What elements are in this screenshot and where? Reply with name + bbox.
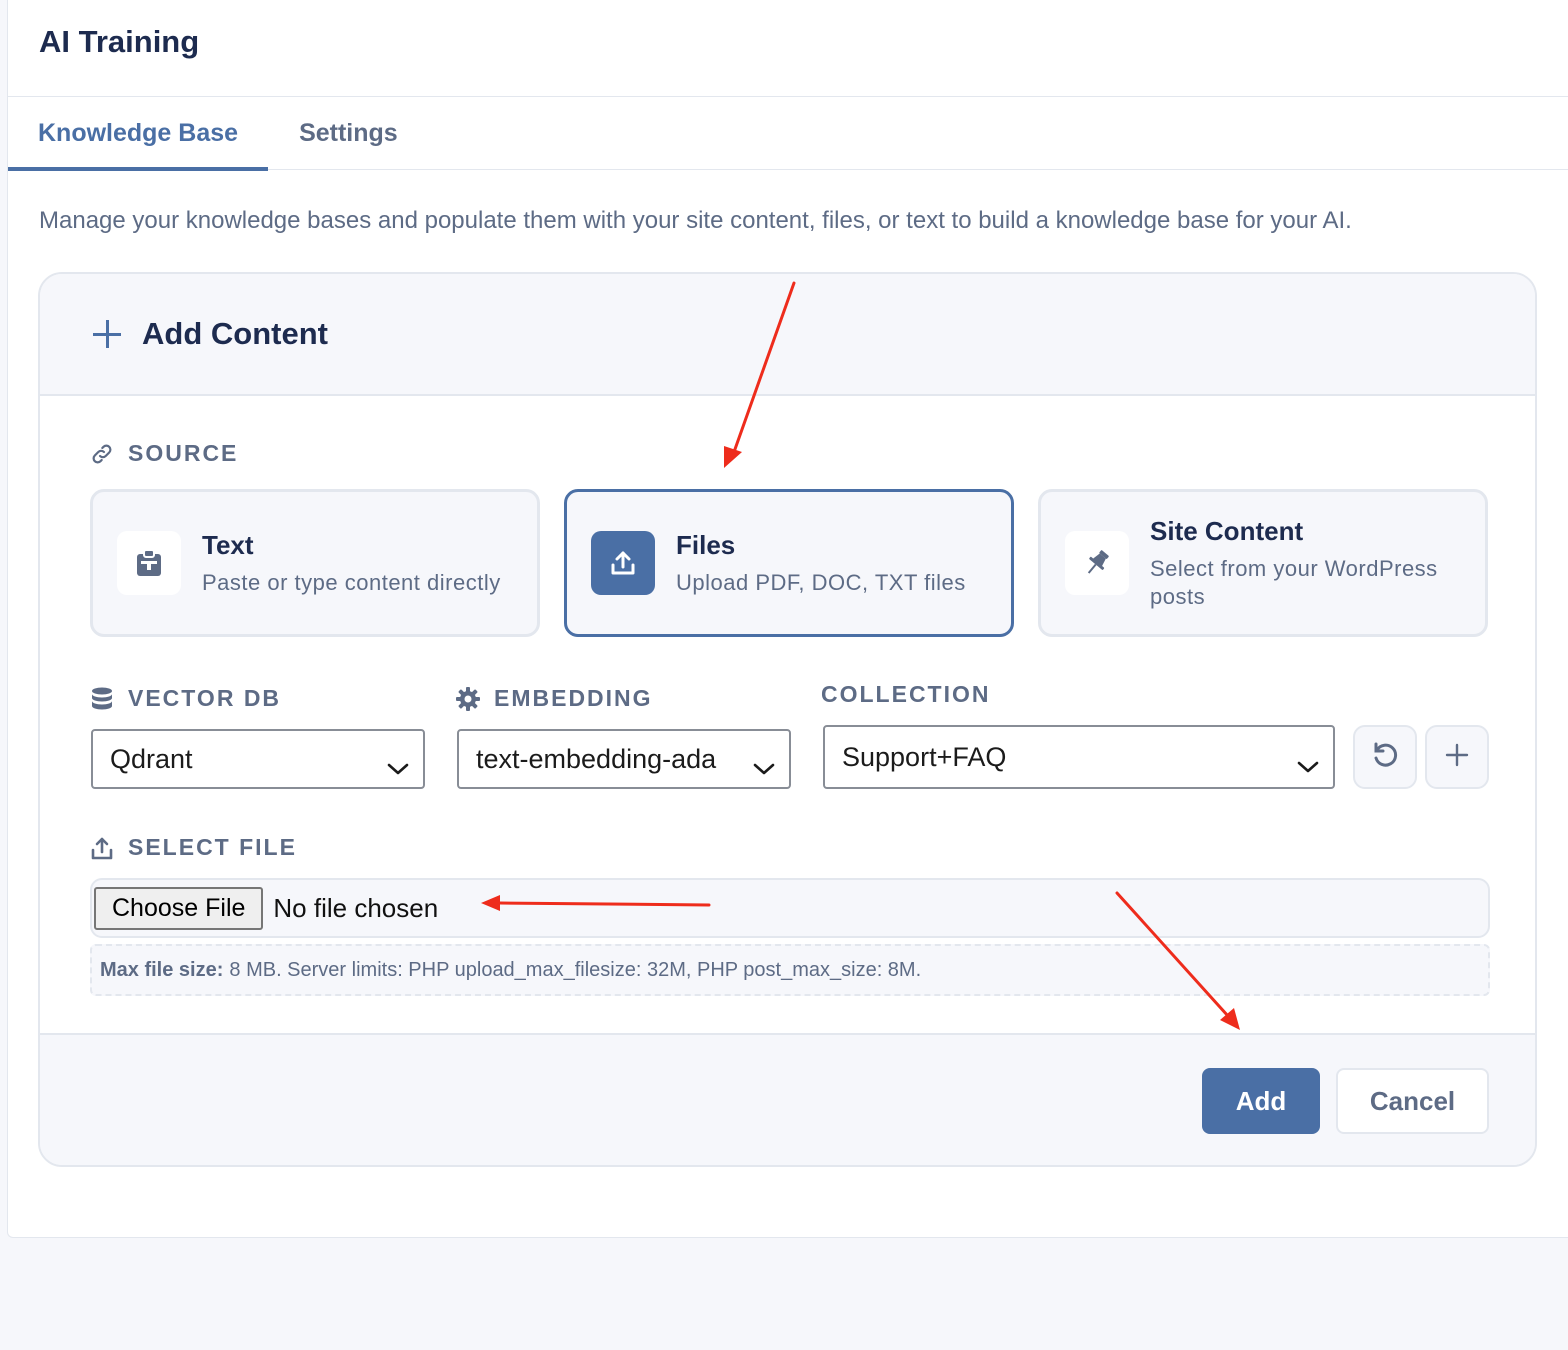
source-option-subtitle: Paste or type content directly xyxy=(202,569,501,595)
embedding-label: EMBEDDING xyxy=(456,685,653,712)
source-label: SOURCE xyxy=(90,440,238,467)
chevron-down-icon xyxy=(1297,750,1319,781)
add-button[interactable]: Add xyxy=(1202,1068,1320,1134)
collection-value: Support+FAQ xyxy=(842,741,1007,772)
file-size-hint: Max file size: 8 MB. Server limits: PHP … xyxy=(90,944,1490,996)
source-option-title: Site Content xyxy=(1150,515,1304,546)
upload-icon xyxy=(90,836,114,860)
collection-select[interactable]: Support+FAQ xyxy=(823,725,1335,789)
add-content-header: Add Content xyxy=(40,274,1535,396)
source-option-title: Files xyxy=(676,529,736,560)
add-content-card: Add Content SOURCE Text Paste or type co… xyxy=(38,272,1537,1167)
source-option-text[interactable]: Text Paste or type content directly xyxy=(90,489,540,637)
chevron-down-icon xyxy=(749,752,775,783)
collection-label-text: COLLECTION xyxy=(821,681,991,707)
page-container: AI Training Knowledge Base Settings Mana… xyxy=(7,0,1568,1238)
source-option-files[interactable]: Files Upload PDF, DOC, TXT files xyxy=(564,489,1014,637)
source-label-text: SOURCE xyxy=(128,440,239,466)
choose-file-button[interactable]: Choose File xyxy=(94,886,264,930)
gear-icon xyxy=(456,686,480,711)
select-file-label: SELECT FILE xyxy=(90,834,297,861)
source-option-site-content[interactable]: Site Content Select from your WordPress … xyxy=(1038,489,1488,637)
page-title: AI Training xyxy=(39,24,200,59)
file-status: No file chosen xyxy=(273,892,439,923)
refresh-icon xyxy=(1371,741,1399,774)
database-icon xyxy=(90,687,114,711)
chevron-down-icon xyxy=(387,752,409,783)
clipboard-icon xyxy=(117,531,181,595)
cancel-button[interactable]: Cancel xyxy=(1336,1068,1489,1134)
vector-db-select[interactable]: Qdrant xyxy=(91,729,425,789)
source-option-title: Text xyxy=(202,529,254,560)
vector-db-value: Qdrant xyxy=(110,743,193,774)
upload-icon xyxy=(591,531,655,595)
tab-bar: Knowledge Base Settings xyxy=(8,97,1568,171)
tab-settings[interactable]: Settings xyxy=(268,97,428,170)
vector-db-label: VECTOR DB xyxy=(90,685,281,712)
plus-icon xyxy=(92,319,122,349)
refresh-collections-button[interactable] xyxy=(1353,725,1417,789)
collection-label: COLLECTION xyxy=(821,681,991,708)
file-input[interactable]: Choose File No file chosen xyxy=(90,878,1490,938)
tab-knowledge-base[interactable]: Knowledge Base xyxy=(8,97,269,171)
add-content-title: Add Content xyxy=(142,316,328,351)
embedding-value: text-embedding-ada xyxy=(476,743,717,774)
source-option-subtitle: Upload PDF, DOC, TXT files xyxy=(676,569,966,595)
hint-label: Max file size: xyxy=(100,958,224,981)
link-icon xyxy=(90,442,114,466)
hint-text: 8 MB. Server limits: PHP upload_max_file… xyxy=(229,958,922,981)
embedding-label-text: EMBEDDING xyxy=(494,685,653,711)
plus-icon xyxy=(1445,743,1469,772)
vector-db-label-text: VECTOR DB xyxy=(128,685,282,711)
add-content-footer: Add Cancel xyxy=(40,1033,1535,1165)
add-collection-button[interactable] xyxy=(1425,725,1489,789)
embedding-select[interactable]: text-embedding-ada xyxy=(457,729,791,789)
select-file-label-text: SELECT FILE xyxy=(128,834,297,860)
page-header: AI Training xyxy=(8,0,1568,97)
source-option-subtitle: Select from your WordPress posts xyxy=(1150,555,1438,609)
page-description: Manage your knowledge bases and populate… xyxy=(39,207,1352,234)
pin-icon xyxy=(1065,531,1129,595)
